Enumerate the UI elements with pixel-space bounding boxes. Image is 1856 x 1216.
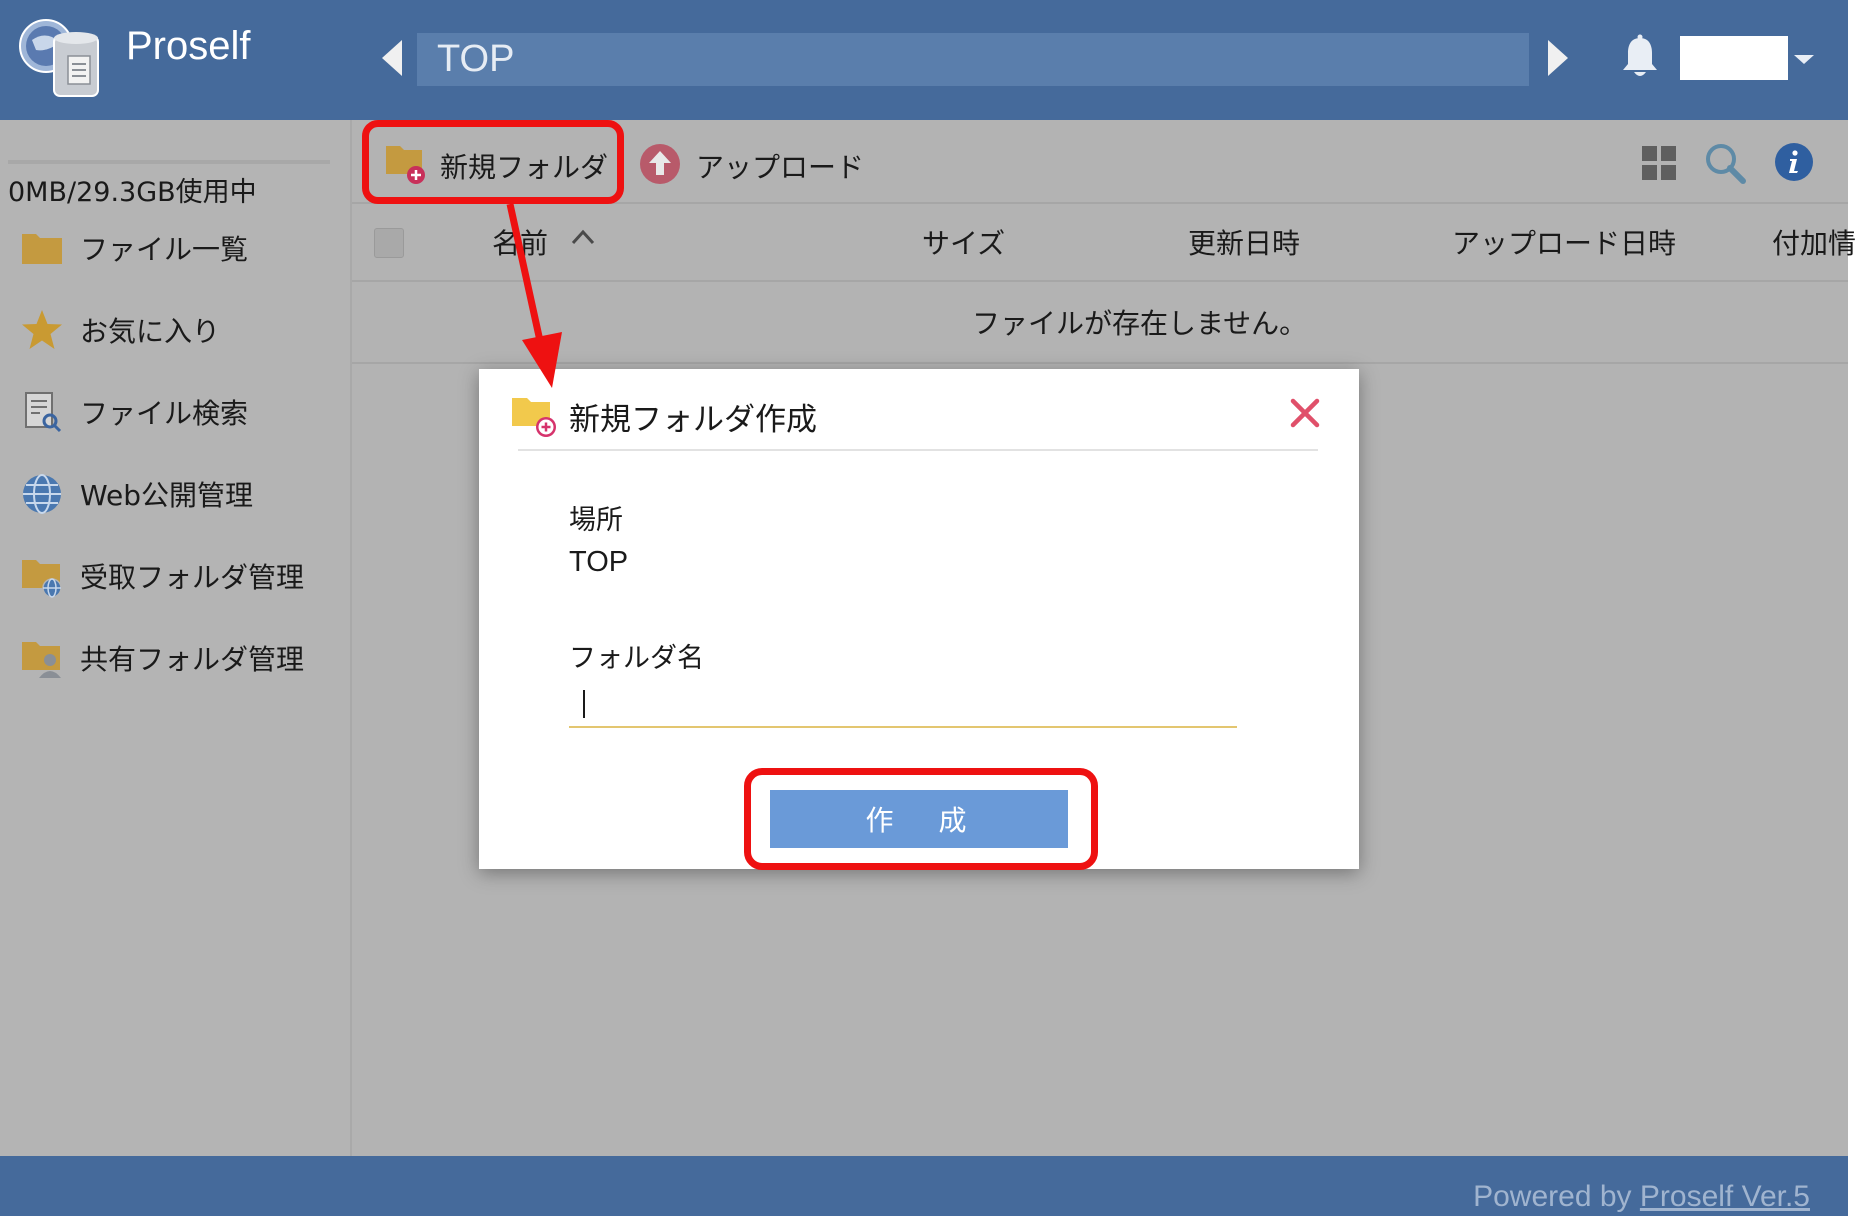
location-value: TOP	[569, 546, 629, 578]
annotation-arrow-icon	[506, 203, 562, 388]
sidebar-item-favorites[interactable]: お気に入り	[20, 300, 340, 360]
column-extra-info[interactable]: 付加情	[1772, 222, 1856, 262]
search-icon[interactable]	[1704, 142, 1746, 184]
sidebar-item-label: 共有フォルダ管理	[80, 643, 305, 676]
path-breadcrumb[interactable]: TOP	[417, 33, 1529, 86]
sidebar-item-file-list[interactable]: ファイル一覧	[20, 218, 340, 278]
dialog-divider	[518, 449, 1318, 451]
dialog-title: 新規フォルダ作成	[569, 402, 817, 438]
app-title: Proself	[126, 24, 251, 68]
sidebar-item-label: お気に入り	[80, 315, 221, 348]
upload-label: アップロード	[696, 151, 865, 184]
sidebar-item-label: ファイル検索	[80, 397, 249, 430]
user-name-box[interactable]	[1680, 36, 1788, 80]
globe-icon	[23, 474, 61, 514]
empty-message: ファイルが存在しません。	[972, 307, 1308, 340]
highlight-new-folder	[362, 120, 624, 204]
folder-user-icon	[22, 642, 61, 678]
star-icon	[22, 310, 62, 349]
proself-logo-icon	[19, 19, 99, 97]
column-size[interactable]: サイズ	[922, 222, 1005, 262]
folder-plus-icon	[512, 398, 556, 437]
sidebar-item-label: Web公開管理	[80, 479, 254, 512]
column-uploaded[interactable]: アップロード日時	[1452, 222, 1676, 262]
folder-icon	[22, 234, 62, 264]
sidebar-item-label: 受取フォルダ管理	[80, 561, 305, 594]
folder-name-label: フォルダ名	[569, 643, 704, 674]
sidebar-divider	[8, 160, 330, 164]
sidebar-item-label: ファイル一覧	[80, 233, 249, 266]
column-modified[interactable]: 更新日時	[1188, 222, 1300, 262]
highlight-create-button	[744, 768, 1098, 870]
upload-button[interactable]: アップロード	[638, 136, 878, 192]
bell-icon[interactable]	[1620, 34, 1660, 80]
user-menu-chevron-down-icon[interactable]	[1794, 55, 1814, 64]
window-edge	[1848, 0, 1856, 1216]
folder-name-input[interactable]	[569, 678, 1237, 728]
grid-view-icon[interactable]	[1642, 146, 1676, 180]
sidebar-item-shared-folder[interactable]: 共有フォルダ管理	[20, 628, 340, 688]
proself-version-link[interactable]: Proself Ver.5	[1640, 1180, 1810, 1213]
text-caret	[583, 690, 585, 718]
sidebar-item-file-search[interactable]: ファイル検索	[20, 382, 340, 442]
close-icon[interactable]	[1288, 396, 1322, 430]
folder-globe-icon	[22, 560, 62, 598]
document-search-icon	[25, 392, 62, 433]
nav-forward-icon[interactable]	[1548, 40, 1568, 76]
upload-icon	[640, 144, 680, 184]
nav-back-icon[interactable]	[382, 40, 402, 76]
storage-usage: 0MB/29.3GB使用中	[8, 177, 257, 208]
sidebar-item-receive-folder[interactable]: 受取フォルダ管理	[20, 546, 340, 606]
info-icon[interactable]	[1774, 142, 1814, 182]
footer-credit: Powered by Proself Ver.5	[1473, 1180, 1810, 1214]
location-label: 場所	[569, 505, 623, 536]
powered-by-text: Powered by	[1473, 1180, 1632, 1213]
select-all-checkbox[interactable]	[374, 228, 404, 258]
sidebar-item-web-publish[interactable]: Web公開管理	[20, 464, 340, 524]
